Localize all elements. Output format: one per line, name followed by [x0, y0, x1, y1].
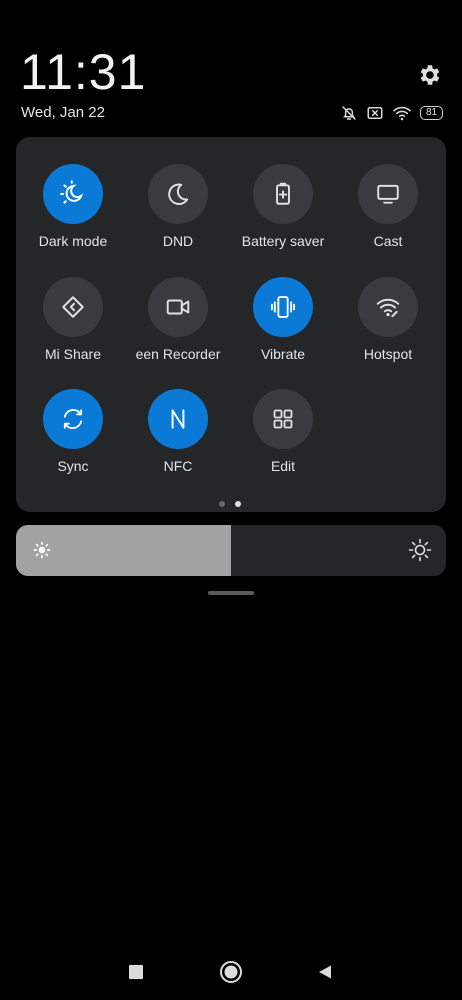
page-indicator [219, 501, 241, 507]
tile-mi-share[interactable]: Mi Share [18, 277, 128, 377]
grid-icon [273, 409, 293, 429]
battery-saver-icon [276, 182, 290, 205]
status-icons: 81 [340, 104, 444, 122]
tile-edit-circle[interactable] [253, 389, 313, 449]
tile-edit[interactable]: Edit [228, 389, 338, 489]
home-button[interactable] [217, 958, 245, 986]
navigation-bar [0, 950, 462, 994]
circle-icon [220, 961, 242, 983]
tile-label: Mi Share [44, 346, 102, 362]
tile-label: Sync [57, 458, 89, 474]
cast-icon [377, 184, 399, 204]
video-camera-icon [166, 299, 190, 315]
brightness-slider[interactable] [16, 525, 446, 576]
tile-label: Battery saver [241, 233, 325, 249]
mi-share-icon [62, 296, 84, 318]
tile-label: NFC [163, 458, 193, 474]
sim-off-icon [367, 107, 383, 119]
tile-label: Dark mode [38, 233, 108, 249]
vibrate-icon [270, 296, 296, 318]
alarm-off-icon [342, 106, 356, 120]
tile-screen-recorder-circle[interactable] [148, 277, 208, 337]
tile-cast-circle[interactable] [358, 164, 418, 224]
tile-screen-recorder[interactable]: een Recorder [123, 277, 233, 377]
tile-label: Cast [373, 233, 403, 249]
tile-battery-saver-circle[interactable] [253, 164, 313, 224]
clock: 11:31 [20, 44, 147, 100]
brightness-low-icon [33, 541, 51, 559]
recents-button[interactable] [122, 958, 150, 986]
tile-nfc[interactable]: NFC [123, 389, 233, 489]
tile-dnd[interactable]: DND [123, 164, 233, 264]
drag-handle[interactable] [208, 591, 254, 595]
tile-sync-circle[interactable] [43, 389, 103, 449]
dark-mode-icon [60, 180, 84, 204]
tile-dnd-circle[interactable] [148, 164, 208, 224]
page-dot-active[interactable] [235, 501, 241, 507]
nfc-icon [171, 409, 185, 429]
gear-icon [420, 65, 440, 85]
triangle-back-icon [319, 965, 331, 979]
brightness-high-icon [408, 538, 432, 562]
tile-label: Hotspot [363, 346, 413, 362]
tile-label: Edit [270, 458, 296, 474]
tile-label: een Recorder [135, 346, 221, 362]
tile-vibrate-circle[interactable] [253, 277, 313, 337]
tile-hotspot[interactable]: Hotspot [333, 277, 443, 377]
tile-label: DND [162, 233, 194, 249]
tile-nfc-circle[interactable] [148, 389, 208, 449]
page-dot[interactable] [219, 501, 225, 507]
tile-battery-saver[interactable]: Battery saver [228, 164, 338, 264]
tile-sync[interactable]: Sync [18, 389, 128, 489]
tile-dark-mode-circle[interactable] [43, 164, 103, 224]
tile-hotspot-circle[interactable] [358, 277, 418, 337]
tile-dark-mode[interactable]: Dark mode [18, 164, 128, 264]
quick-settings-panel: Dark mode DND Battery saver Cast Mi Shar… [16, 137, 446, 512]
hotspot-icon [376, 298, 400, 318]
date: Wed, Jan 22 [21, 104, 105, 121]
square-icon [129, 965, 143, 979]
tile-cast[interactable]: Cast [333, 164, 443, 264]
tile-vibrate[interactable]: Vibrate [228, 277, 338, 377]
back-button[interactable] [311, 958, 339, 986]
tile-mi-share-circle[interactable] [43, 277, 103, 337]
wifi-icon [393, 106, 411, 121]
sync-icon [63, 409, 83, 429]
moon-icon [168, 183, 189, 205]
tile-label: Vibrate [260, 346, 306, 362]
settings-button[interactable] [416, 62, 442, 88]
battery-indicator: 81 [420, 106, 444, 120]
